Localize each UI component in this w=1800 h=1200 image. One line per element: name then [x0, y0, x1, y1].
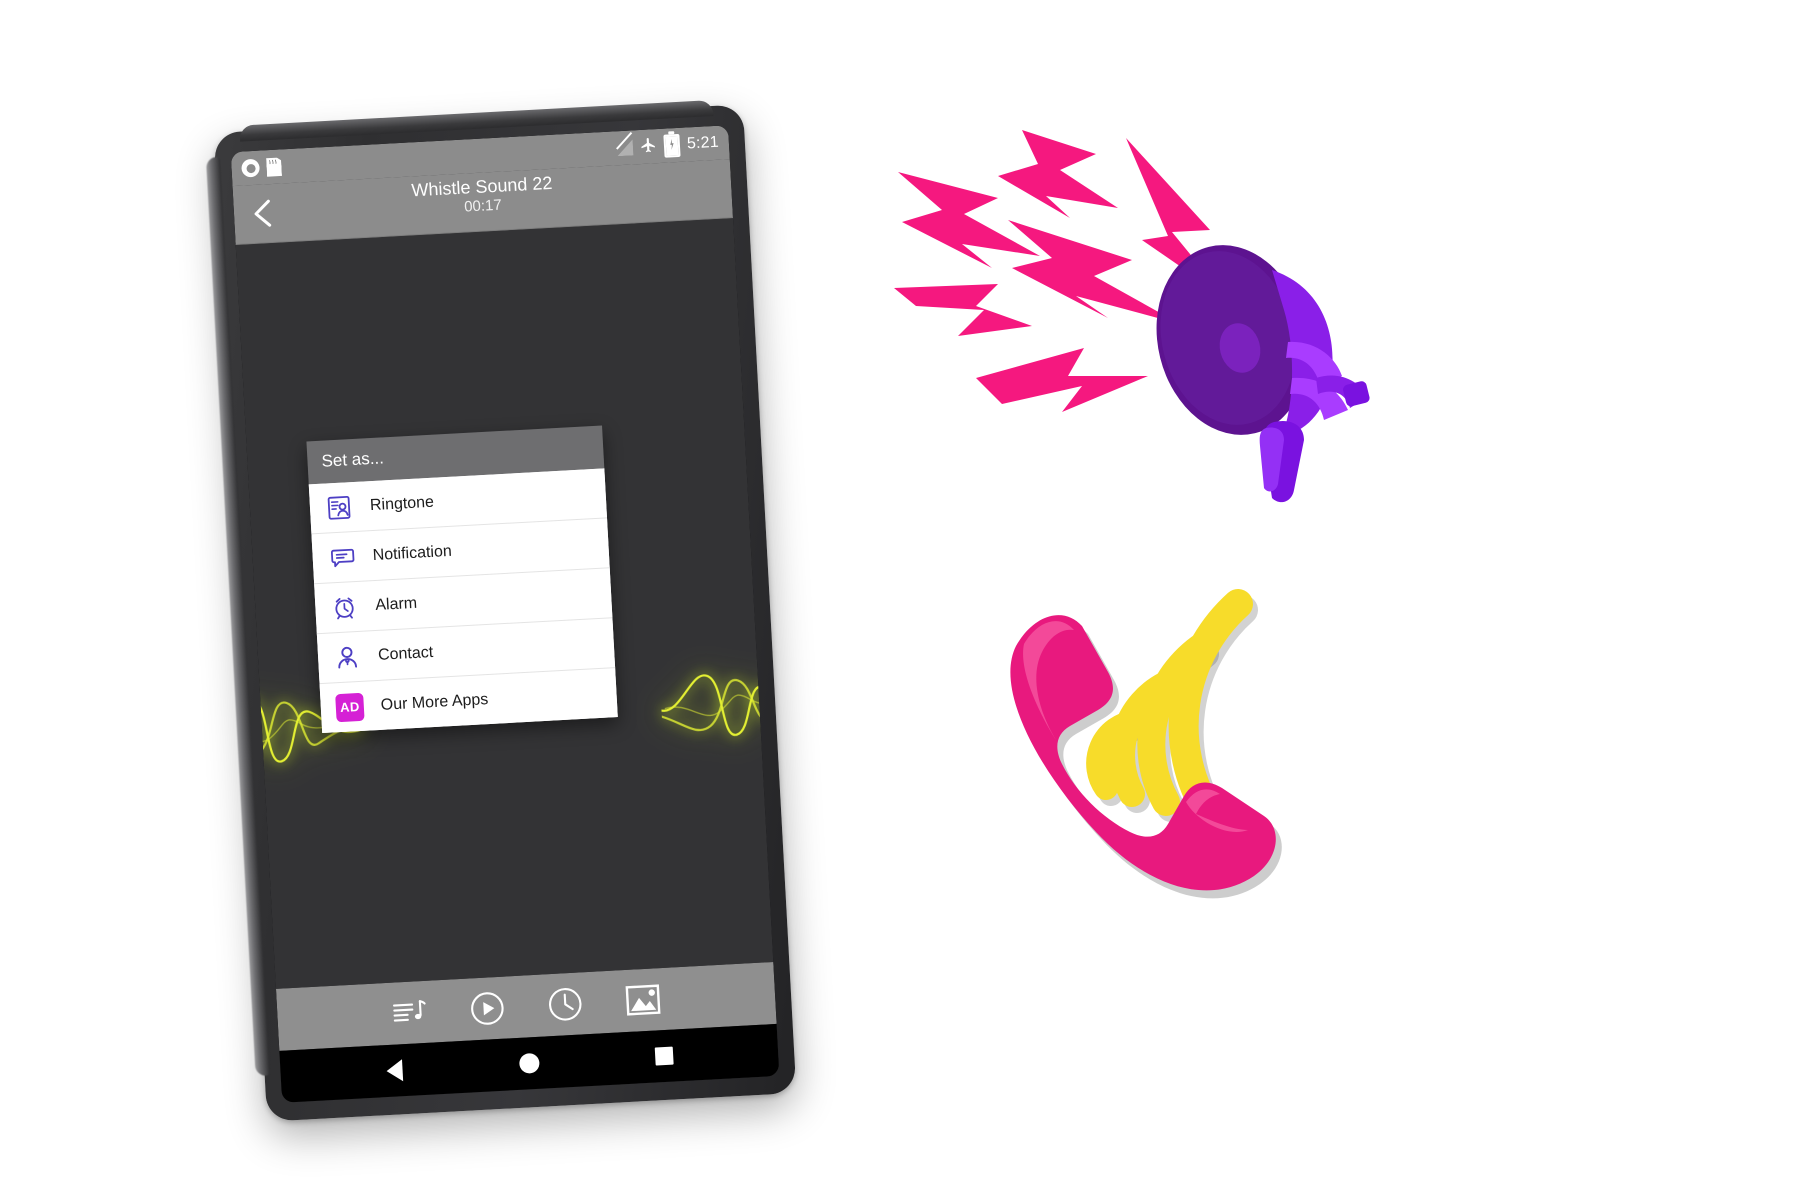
person-icon: [331, 641, 363, 673]
chat-bubble-icon: [326, 541, 358, 573]
screen-record-icon: [241, 158, 261, 178]
dialog-item-list: Ringtone Notification Alarm Contact AD O…: [308, 468, 618, 734]
nav-recent-button[interactable]: [643, 1035, 685, 1077]
gallery-button[interactable]: [620, 977, 666, 1023]
dialog-item-label: Contact: [377, 643, 434, 664]
dialog-item-label: Ringtone: [369, 493, 435, 514]
nav-home-button[interactable]: [508, 1042, 550, 1084]
music-list-icon: [393, 1000, 426, 1022]
battery-charging-icon: [663, 133, 681, 158]
clock-icon: [548, 988, 582, 1021]
contact-card-icon: [323, 492, 355, 524]
dialog-item-label: Our More Apps: [380, 690, 489, 714]
content-area: Set as... Ringtone Notification Alarm Co…: [235, 218, 774, 989]
back-button[interactable]: [239, 189, 287, 237]
nav-back-button[interactable]: [373, 1050, 415, 1092]
airplane-mode-icon: [639, 136, 657, 158]
ad-badge-label: AD: [335, 692, 365, 722]
square-recents-icon: [655, 1046, 674, 1066]
status-bar-left-icons: [241, 157, 282, 178]
dialog-item-label: Notification: [372, 542, 453, 564]
timer-button[interactable]: [542, 981, 588, 1027]
image-icon: [625, 984, 661, 1016]
sound-waves: [1086, 589, 1258, 833]
sd-card-icon: [266, 157, 282, 177]
status-bar-right-icons: 5:21: [616, 131, 719, 159]
tablet-bezel: 5:21 Whistle Sound 22 00:17 Set as... Ri…: [230, 125, 780, 1103]
triangle-back-icon: [385, 1059, 403, 1083]
play-button[interactable]: [464, 985, 510, 1031]
ringing-phone-illustration: [1010, 589, 1282, 899]
playlist-button[interactable]: [386, 990, 432, 1036]
status-bar-clock: 5:21: [686, 133, 720, 153]
signal-off-icon: [616, 131, 634, 156]
play-circle-icon: [471, 992, 504, 1025]
dialog-item-label: Alarm: [374, 594, 418, 614]
circle-home-icon: [518, 1052, 540, 1074]
android-tablet-device: 5:21 Whistle Sound 22 00:17 Set as... Ri…: [205, 100, 797, 1122]
megaphone-body: [1156, 245, 1370, 503]
set-as-dialog: Set as... Ringtone Notification Alarm Co…: [306, 425, 618, 734]
alarm-clock-icon: [329, 591, 361, 623]
tablet-screen: 5:21 Whistle Sound 22 00:17 Set as... Ri…: [230, 125, 780, 1103]
ad-badge-icon: AD: [334, 691, 366, 723]
waveform-decoration-right: [660, 674, 774, 736]
megaphone-illustration: [894, 130, 1370, 503]
